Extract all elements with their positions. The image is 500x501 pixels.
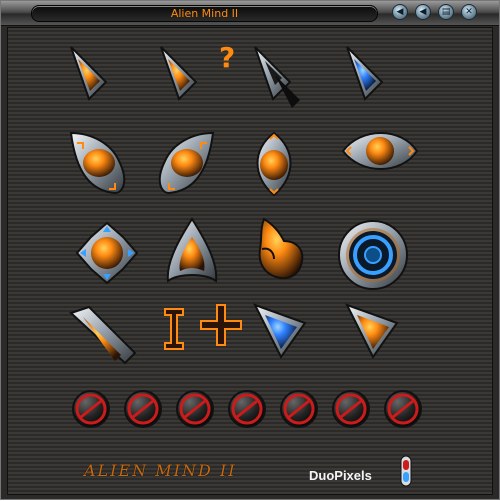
unavailable-icon <box>72 390 110 428</box>
unavailable-icon <box>228 390 266 428</box>
arrow-cursor-orange-icon <box>70 46 108 101</box>
text-cursor-icon <box>164 308 184 350</box>
unavailable-icon <box>176 390 214 428</box>
arrow-up-cursor-icon <box>166 217 218 283</box>
unavailable-icon <box>332 390 370 428</box>
brand-title: ALIEN MIND II <box>84 461 237 480</box>
resize-diagonal-icon <box>69 131 126 195</box>
hand-pointer-icon <box>258 217 304 280</box>
resize-diagonal-alt-icon <box>158 131 215 195</box>
arrow-cursor-alt-icon <box>252 303 307 359</box>
svg-text:?: ? <box>219 41 235 74</box>
unavailable-icon <box>280 390 318 428</box>
resize-vertical-icon <box>256 131 292 197</box>
resize-horizontal-icon <box>341 132 419 170</box>
unavailable-icon <box>384 390 422 428</box>
pen-cursor-icon <box>69 305 137 365</box>
cursor-preview: ? <box>69 41 422 487</box>
arrow-cursor-blue-icon <box>346 46 384 101</box>
app-window: Alien Mind II ◀ ◀ ▤ ✕ ? ALIEN MIND II Du… <box>0 0 500 500</box>
maker-name: DuoPixels <box>309 468 372 483</box>
busy-ring-icon <box>338 220 408 290</box>
help-cursor-icon: ? <box>160 41 235 101</box>
arrow-cursor-black-icon <box>254 46 300 108</box>
arrow-cursor-alt-blue-icon <box>344 303 399 359</box>
crosshair-icon <box>200 304 242 346</box>
move-cursor-icon <box>75 221 139 285</box>
unavailable-icon <box>124 390 162 428</box>
